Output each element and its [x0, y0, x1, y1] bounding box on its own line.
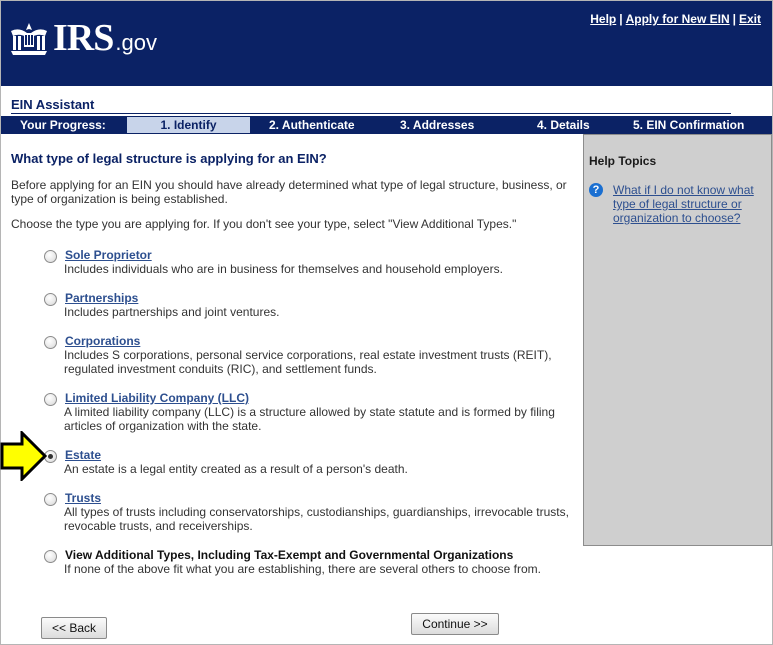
option-label[interactable]: Corporations: [65, 334, 140, 348]
radio-sole-proprietor[interactable]: [44, 250, 57, 263]
progress-label: Your Progress:: [20, 118, 106, 132]
progress-step-details: 4. Details: [537, 118, 590, 132]
option-description: Includes partnerships and joint ventures…: [64, 305, 280, 319]
choose-instruction: Choose the type you are applying for. If…: [11, 217, 517, 231]
top-links: Help | Apply for New EIN | Exit: [590, 12, 761, 26]
option-label[interactable]: View Additional Types, Including Tax-Exe…: [65, 548, 513, 562]
progress-step-authenticate: 2. Authenticate: [269, 118, 355, 132]
radio-corporations[interactable]: [44, 336, 57, 349]
option-description: Includes S corporations, personal servic…: [64, 348, 552, 376]
question-heading: What type of legal structure is applying…: [11, 151, 327, 166]
eagle-seal-icon: [11, 23, 47, 55]
link-separator: |: [619, 12, 623, 26]
apply-new-ein-link[interactable]: Apply for New EIN: [626, 12, 730, 26]
option-label[interactable]: Trusts: [65, 491, 101, 505]
radio-partnerships[interactable]: [44, 293, 57, 306]
exit-link[interactable]: Exit: [739, 12, 761, 26]
site-header: IRS .gov Help | Apply for New EIN | Exit: [1, 1, 772, 86]
continue-button[interactable]: Continue >>: [411, 613, 499, 635]
radio-llc[interactable]: [44, 393, 57, 406]
help-topics-panel: Help Topics ? What if I do not know what…: [583, 134, 772, 546]
help-topics-title: Help Topics: [589, 154, 657, 168]
option-label[interactable]: Limited Liability Company (LLC): [65, 391, 249, 405]
page-title: EIN Assistant: [11, 97, 95, 112]
progress-step-identify: 1. Identify: [127, 117, 250, 133]
progress-step-addresses: 3. Addresses: [400, 118, 475, 132]
option-description: An estate is a legal entity created as a…: [64, 462, 408, 476]
link-separator: |: [732, 12, 736, 26]
logo-gov-text: .gov: [115, 30, 157, 55]
radio-trusts[interactable]: [44, 493, 57, 506]
title-divider: [11, 113, 731, 114]
help-topic-link[interactable]: What if I do not know what type of legal…: [613, 183, 763, 225]
progress-step-ein-confirmation: 5. EIN Confirmation: [633, 118, 745, 132]
option-description: A limited liability company (LLC) is a s…: [64, 405, 555, 433]
help-link[interactable]: Help: [590, 12, 616, 26]
option-description: All types of trusts including conservato…: [64, 505, 569, 533]
option-label[interactable]: Partnerships: [65, 291, 138, 305]
logo-irs-text: IRS: [53, 17, 114, 59]
back-button[interactable]: << Back: [41, 617, 107, 639]
irs-logo[interactable]: IRS .gov: [9, 19, 157, 57]
option-description: If none of the above fit what you are es…: [64, 562, 541, 576]
intro-text: Before applying for an EIN you should ha…: [11, 178, 567, 206]
option-label[interactable]: Estate: [65, 448, 101, 462]
question-icon[interactable]: ?: [589, 183, 603, 197]
pointer-arrow-icon: [0, 431, 48, 481]
radio-additional-types[interactable]: [44, 550, 57, 563]
option-description: Includes individuals who are in business…: [64, 262, 503, 276]
progress-bar: Your Progress: 1. Identify 2. Authentica…: [1, 116, 772, 134]
option-label[interactable]: Sole Proprietor: [65, 248, 152, 262]
